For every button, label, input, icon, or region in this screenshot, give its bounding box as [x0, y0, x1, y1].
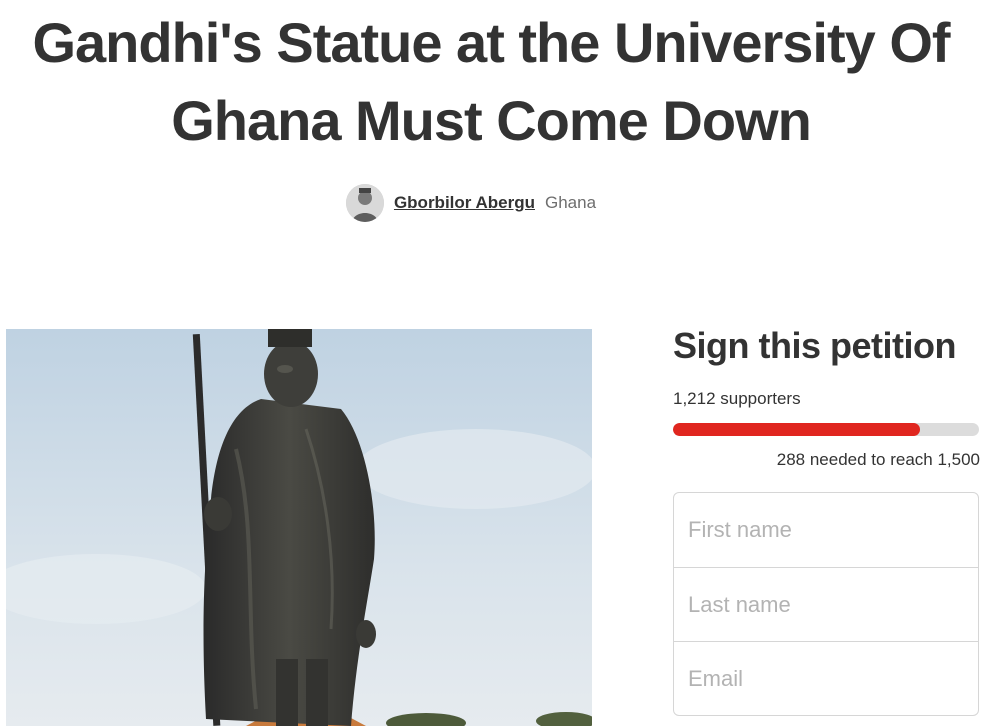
author-name-link[interactable]: Gborbilor Abergu	[394, 193, 535, 213]
supporters-count: 1,212 supporters	[673, 389, 801, 408]
sign-petition-heading: Sign this petition	[673, 325, 956, 366]
last-name-field[interactable]	[674, 567, 978, 641]
author-location: Ghana	[544, 193, 597, 212]
petition-title: Gandhi's Statue at the University Of Gha…	[32, 11, 950, 152]
sign-form	[673, 492, 979, 716]
avatar-portrait-icon	[345, 184, 384, 222]
gandhi-statue-photo	[6, 329, 592, 726]
email-field[interactable]	[674, 641, 978, 715]
sign-petition-panel: Sign this petition 1,212 supporters 288 …	[673, 322, 980, 716]
signatures-needed: 288 needed to reach 1,500	[776, 450, 980, 469]
first-name-field[interactable]	[674, 493, 978, 567]
author-avatar[interactable]	[345, 184, 384, 222]
progress-bar	[673, 423, 979, 436]
statue-image-icon	[6, 329, 592, 726]
progress-bar-fill	[673, 423, 921, 436]
author-row: Gborbilor Abergu Ghana	[0, 184, 982, 222]
